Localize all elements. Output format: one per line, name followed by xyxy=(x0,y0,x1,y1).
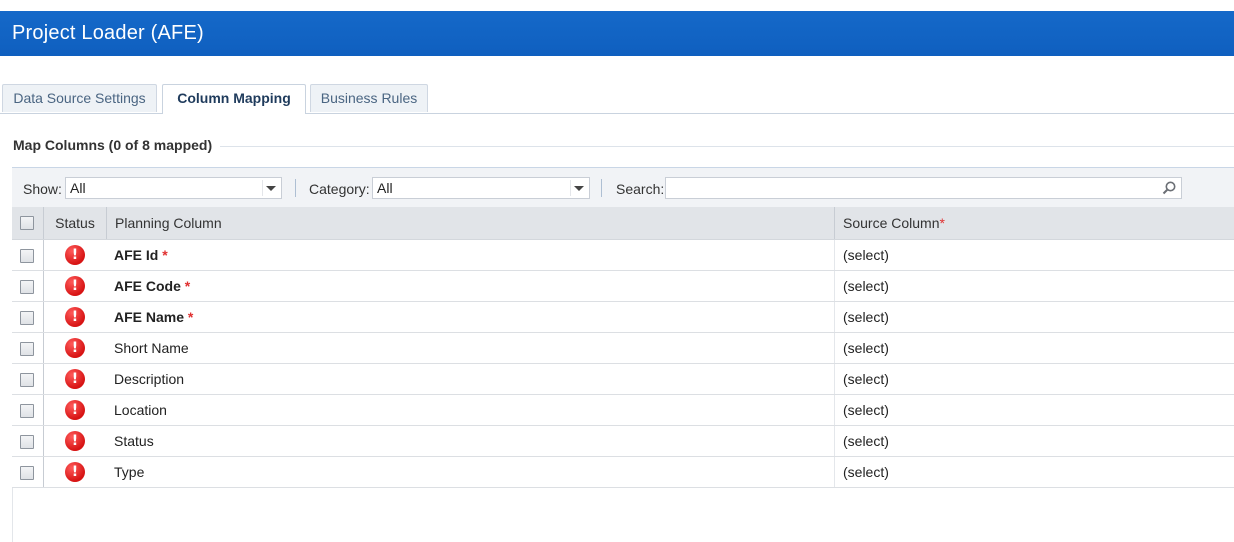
header-planning-column[interactable]: Planning Column xyxy=(106,207,834,239)
required-marker: * xyxy=(187,309,194,325)
error-icon: ! xyxy=(65,276,85,297)
grid-header: Status Planning Column Source Column* xyxy=(12,207,1234,240)
table-row[interactable]: ! AFE Name * (select) xyxy=(12,302,1234,333)
filter-separator xyxy=(601,179,602,197)
planning-column-name: Location xyxy=(114,402,167,418)
row-checkbox[interactable] xyxy=(20,342,34,356)
row-checkbox[interactable] xyxy=(20,435,34,449)
row-checkbox[interactable] xyxy=(20,311,34,325)
search-label: Search: xyxy=(616,181,665,197)
source-column-select[interactable]: (select) xyxy=(834,426,1234,456)
header-status[interactable]: Status xyxy=(45,207,105,239)
filter-bar: Show: All Category: All Search: xyxy=(12,167,1234,207)
error-icon: ! xyxy=(65,431,85,452)
tab-column-mapping[interactable]: Column Mapping xyxy=(162,84,306,114)
window-title: Project Loader (AFE) xyxy=(12,22,204,44)
mapping-grid: Status Planning Column Source Column* ! … xyxy=(12,207,1234,488)
table-row[interactable]: ! AFE Code * (select) xyxy=(12,271,1234,302)
row-checkbox[interactable] xyxy=(20,404,34,418)
search-input[interactable] xyxy=(665,177,1182,199)
select-all-checkbox[interactable] xyxy=(20,216,34,230)
grid-left-border xyxy=(12,488,13,542)
planning-column-name: AFE Code xyxy=(114,278,181,294)
tab-business-rules[interactable]: Business Rules xyxy=(310,84,428,112)
category-dropdown[interactable]: All xyxy=(372,177,590,199)
source-column-select[interactable]: (select) xyxy=(834,271,1234,301)
section-title: Map Columns (0 of 8 mapped) xyxy=(13,137,213,153)
table-row[interactable]: ! AFE Id * (select) xyxy=(12,240,1234,271)
table-row[interactable]: ! Location (select) xyxy=(12,395,1234,426)
source-column-select[interactable]: (select) xyxy=(834,240,1234,270)
table-row[interactable]: ! Short Name (select) xyxy=(12,333,1234,364)
row-checkbox[interactable] xyxy=(20,280,34,294)
planning-column-name: Status xyxy=(114,433,154,449)
source-column-select[interactable]: (select) xyxy=(834,302,1234,332)
header-source-column[interactable]: Source Column* xyxy=(834,207,1234,239)
error-icon: ! xyxy=(65,338,85,359)
header-source-label: Source Column xyxy=(843,215,940,231)
chevron-down-icon xyxy=(266,186,276,191)
show-value: All xyxy=(70,180,86,196)
row-checkbox[interactable] xyxy=(20,373,34,387)
error-icon: ! xyxy=(65,369,85,390)
planning-column-name: Description xyxy=(114,371,185,387)
planning-column-name: Type xyxy=(114,464,145,480)
category-value: All xyxy=(377,180,393,196)
top-strip xyxy=(0,0,1234,11)
table-row[interactable]: ! Type (select) xyxy=(12,457,1234,488)
show-dropdown[interactable]: All xyxy=(65,177,282,199)
section-divider xyxy=(220,146,1234,147)
planning-column-name: AFE Name xyxy=(114,309,185,325)
filter-separator xyxy=(295,179,296,197)
row-checkbox[interactable] xyxy=(20,466,34,480)
source-column-select[interactable]: (select) xyxy=(834,333,1234,363)
required-marker: * xyxy=(184,278,191,294)
planning-column-name: Short Name xyxy=(114,340,189,356)
planning-column-name: AFE Id xyxy=(114,247,159,263)
category-label: Category: xyxy=(309,181,370,197)
row-checkbox[interactable] xyxy=(20,249,34,263)
source-column-select[interactable]: (select) xyxy=(834,364,1234,394)
header-checkbox-cell xyxy=(12,207,44,239)
tab-bar: Data Source Settings Column Mapping Busi… xyxy=(0,84,1234,114)
error-icon: ! xyxy=(65,307,85,328)
source-column-select[interactable]: (select) xyxy=(834,395,1234,425)
error-icon: ! xyxy=(65,400,85,421)
tab-data-source-settings[interactable]: Data Source Settings xyxy=(2,84,157,112)
error-icon: ! xyxy=(65,245,85,266)
source-column-select[interactable]: (select) xyxy=(834,457,1234,487)
search-icon[interactable] xyxy=(1161,180,1177,196)
error-icon: ! xyxy=(65,462,85,483)
required-marker: * xyxy=(162,247,168,263)
show-label: Show: xyxy=(23,181,62,197)
chevron-down-icon xyxy=(574,186,584,191)
table-row[interactable]: ! Status (select) xyxy=(12,426,1234,457)
table-row[interactable]: ! Description (select) xyxy=(12,364,1234,395)
title-bar: Project Loader (AFE) xyxy=(0,11,1234,56)
required-marker: * xyxy=(939,215,945,231)
